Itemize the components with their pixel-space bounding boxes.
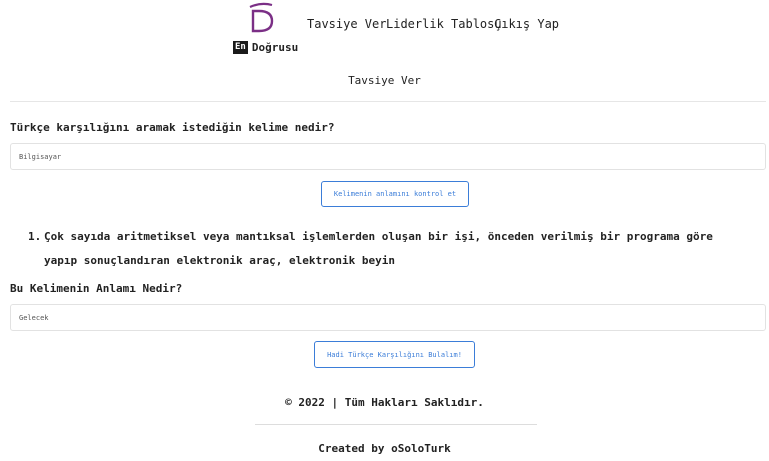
check-meaning-button[interactable]: Kelimenin anlamını kontrol et [321, 181, 469, 207]
search-question-label: Türkçe karşılığını aramak istediğin keli… [10, 121, 335, 134]
nav-cikis-yap[interactable]: Çıkış Yap [494, 17, 559, 31]
search-word-input[interactable] [10, 143, 766, 170]
logo-d-shape [251, 9, 274, 33]
brand-text: Doğrusu [251, 41, 299, 54]
brand-badge: En [233, 41, 248, 54]
brand[interactable]: En Doğrusu [233, 41, 298, 54]
site-logo[interactable] [246, 1, 276, 35]
answer-question-label: Bu Kelimenin Anlamı Nedir? [10, 282, 183, 295]
list-item: 1. Çok sayıda aritmetiksel veya mantıksa… [28, 225, 748, 273]
meaning-list: 1. Çok sayıda aritmetiksel veya mantıksa… [28, 225, 748, 273]
nav-tavsiye-ver[interactable]: Tavsiye Ver [307, 17, 386, 31]
list-item-number: 1. [28, 230, 42, 243]
divider [10, 101, 766, 102]
list-item-text: Çok sayıda aritmetiksel veya mantıksal i… [44, 230, 713, 267]
footer-copyright: © 2022 | Tüm Hakları Saklıdır. [285, 396, 484, 409]
footer-credit: Created by oSoloTurk [318, 442, 451, 455]
footer-divider [255, 424, 537, 425]
answer-input[interactable] [10, 304, 766, 331]
page-title: Tavsiye Ver [348, 74, 421, 87]
logo-swoosh [249, 2, 273, 9]
submit-suggestion-button[interactable]: Hadi Türkçe Karşılığını Bulalım! [314, 341, 475, 368]
nav-liderlik-tablosu[interactable]: Liderlik Tablosu [386, 17, 502, 31]
